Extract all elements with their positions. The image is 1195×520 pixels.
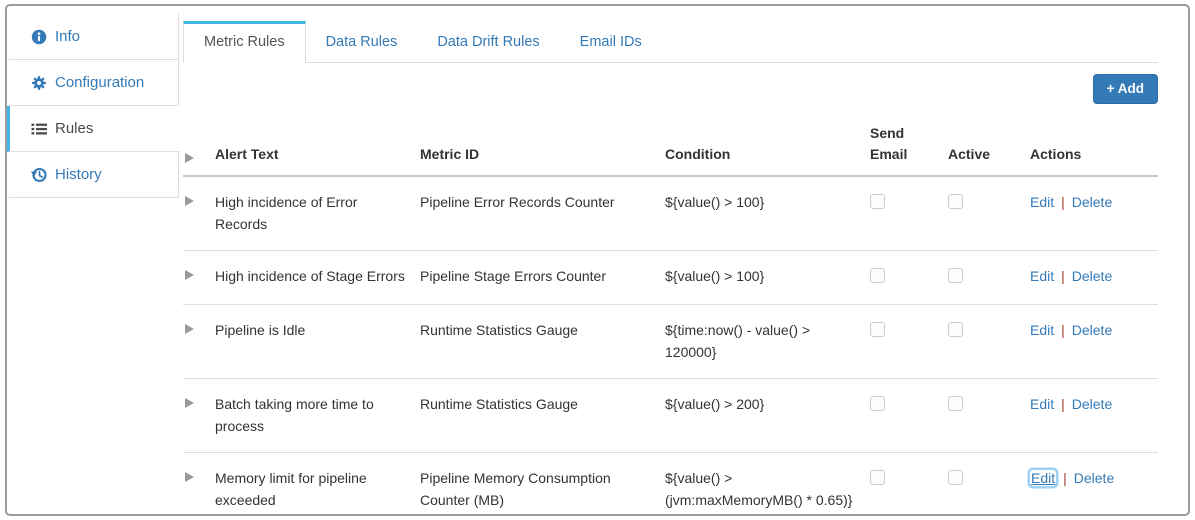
alert-text-cell: Pipeline is Idle: [215, 319, 420, 341]
sidebar-item-label: Rules: [55, 120, 93, 137]
action-separator: |: [1061, 194, 1065, 210]
active-checkbox[interactable]: [948, 194, 963, 209]
table-row: High incidence of Error Records Pipeline…: [183, 177, 1158, 251]
action-separator: |: [1063, 470, 1067, 486]
header-active: Active: [948, 144, 1030, 165]
tab-data-rules[interactable]: Data Rules: [306, 22, 418, 62]
list-icon: [31, 121, 47, 137]
sidebar-item-label: History: [55, 166, 102, 183]
table-row: Memory limit for pipeline exceeded Pipel…: [183, 453, 1158, 516]
actions-cell: Edit | Delete: [1030, 467, 1158, 489]
table-row: High incidence of Stage Errors Pipeline …: [183, 251, 1158, 305]
condition-cell: ${time:now() - value() > 120000}: [665, 319, 870, 363]
sidebar-item-configuration[interactable]: Configuration: [7, 60, 179, 106]
delete-link[interactable]: Delete: [1072, 396, 1112, 412]
expand-caret-icon[interactable]: [185, 324, 194, 334]
delete-link[interactable]: Delete: [1072, 322, 1112, 338]
actions-cell: Edit | Delete: [1030, 191, 1158, 213]
expand-caret-icon[interactable]: [185, 398, 194, 408]
send-email-checkbox[interactable]: [870, 322, 885, 337]
condition-cell: ${value() > (jvm:maxMemoryMB() * 0.65)}: [665, 467, 870, 511]
active-checkbox[interactable]: [948, 470, 963, 485]
sidebar-item-rules[interactable]: Rules: [7, 106, 180, 152]
table-row: Pipeline is Idle Runtime Statistics Gaug…: [183, 305, 1158, 379]
header-alert-text: Alert Text: [215, 144, 420, 165]
actions-cell: Edit | Delete: [1030, 319, 1158, 341]
edit-link[interactable]: Edit: [1030, 396, 1054, 412]
active-checkbox[interactable]: [948, 396, 963, 411]
metric-id-cell: Pipeline Error Records Counter: [420, 191, 665, 213]
expand-caret-icon[interactable]: [185, 472, 194, 482]
delete-link[interactable]: Delete: [1074, 470, 1114, 486]
metric-id-cell: Runtime Statistics Gauge: [420, 319, 665, 341]
metric-id-cell: Pipeline Stage Errors Counter: [420, 265, 665, 287]
edit-link-focused[interactable]: Edit: [1030, 470, 1056, 486]
alert-text-cell: Batch taking more time to process: [215, 393, 420, 437]
gear-icon: [31, 75, 47, 91]
alert-text-cell: High incidence of Error Records: [215, 191, 420, 235]
condition-cell: ${value() > 100}: [665, 265, 870, 287]
send-email-checkbox[interactable]: [870, 470, 885, 485]
sidebar: Info Configuration Rules History: [7, 14, 179, 514]
header-condition: Condition: [665, 144, 870, 165]
app-window: Info Configuration Rules History Metric …: [5, 4, 1190, 516]
header-actions: Actions: [1030, 144, 1158, 165]
alert-text-cell: Memory limit for pipeline exceeded: [215, 467, 420, 511]
add-button[interactable]: + Add: [1093, 74, 1158, 104]
condition-cell: ${value() > 200}: [665, 393, 870, 415]
send-email-checkbox[interactable]: [870, 396, 885, 411]
sidebar-item-label: Info: [55, 28, 80, 45]
expand-caret-icon[interactable]: [185, 270, 194, 280]
table-row: Batch taking more time to process Runtim…: [183, 379, 1158, 453]
delete-link[interactable]: Delete: [1072, 194, 1112, 210]
history-icon: [31, 167, 47, 183]
active-checkbox[interactable]: [948, 322, 963, 337]
sidebar-item-info[interactable]: Info: [7, 14, 179, 60]
edit-link[interactable]: Edit: [1030, 194, 1054, 210]
metric-id-cell: Runtime Statistics Gauge: [420, 393, 665, 415]
active-checkbox[interactable]: [948, 268, 963, 283]
actions-cell: Edit | Delete: [1030, 393, 1158, 415]
header-metric-id: Metric ID: [420, 144, 665, 165]
table-header-row: Alert Text Metric ID Condition Send Emai…: [183, 119, 1158, 177]
metric-id-cell: Pipeline Memory Consumption Counter (MB): [420, 467, 665, 511]
send-email-checkbox[interactable]: [870, 268, 885, 283]
actions-cell: Edit | Delete: [1030, 265, 1158, 287]
send-email-checkbox[interactable]: [870, 194, 885, 209]
tab-bar: Metric Rules Data Rules Data Drift Rules…: [183, 21, 1158, 63]
action-separator: |: [1061, 396, 1065, 412]
header-send-email: Send Email: [870, 123, 948, 165]
edit-link[interactable]: Edit: [1030, 268, 1054, 284]
info-icon: [31, 29, 47, 45]
action-separator: |: [1061, 322, 1065, 338]
rules-table: Alert Text Metric ID Condition Send Emai…: [183, 119, 1158, 516]
delete-link[interactable]: Delete: [1072, 268, 1112, 284]
tab-metric-rules[interactable]: Metric Rules: [183, 21, 306, 63]
tab-data-drift-rules[interactable]: Data Drift Rules: [417, 22, 559, 62]
expand-caret-icon[interactable]: [185, 196, 194, 206]
alert-text-cell: High incidence of Stage Errors: [215, 265, 420, 287]
sidebar-item-history[interactable]: History: [7, 152, 179, 198]
tab-email-ids[interactable]: Email IDs: [560, 22, 662, 62]
sidebar-item-label: Configuration: [55, 74, 144, 91]
condition-cell: ${value() > 100}: [665, 191, 870, 213]
toolbar: + Add: [183, 74, 1158, 104]
header-caret-icon[interactable]: [185, 153, 194, 163]
main-content: Metric Rules Data Rules Data Drift Rules…: [179, 14, 1188, 514]
edit-link[interactable]: Edit: [1030, 322, 1054, 338]
action-separator: |: [1061, 268, 1065, 284]
